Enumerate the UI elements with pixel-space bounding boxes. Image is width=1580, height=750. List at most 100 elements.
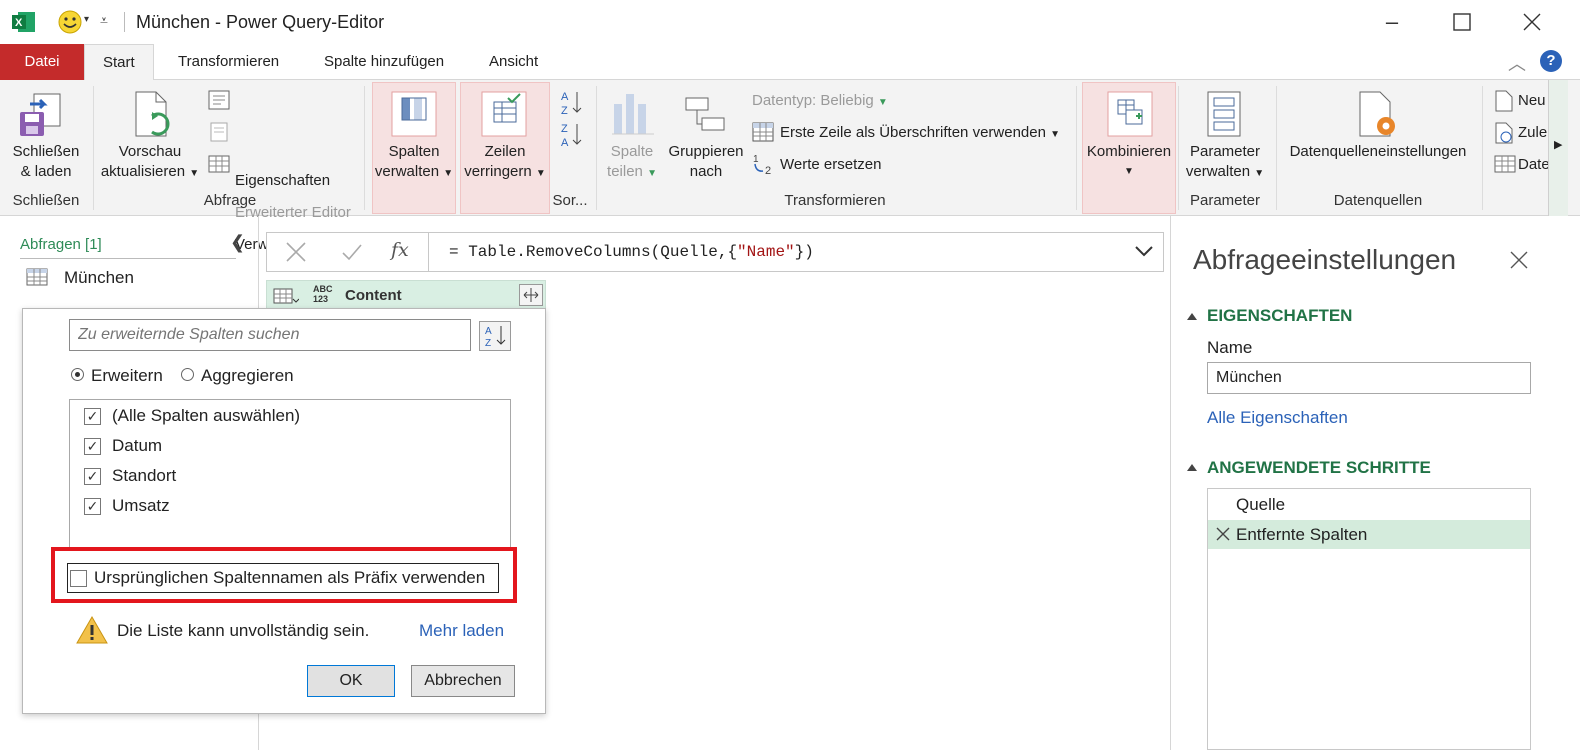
list-item[interactable]: ✓ Standort [70, 462, 510, 490]
close-load-line1: Schließen [12, 143, 80, 160]
recent-sources-button[interactable]: Zule [1518, 124, 1547, 141]
checkbox-datum[interactable]: ✓ [84, 438, 101, 455]
first-row-headers-label: Erste Zeile als Überschriften verwenden [780, 124, 1046, 141]
refresh-preview-button[interactable]: Vorschau aktualisieren ▼ [98, 142, 202, 184]
group-separator [1076, 86, 1077, 210]
manage-parameters-button[interactable]: Parameter verwalten ▼ [1180, 142, 1270, 184]
replace-values-button[interactable]: Werte ersetzen [780, 156, 881, 173]
refresh-dropdown-icon[interactable]: ▼ [189, 168, 199, 179]
datatype-label: Datentyp: Beliebig [752, 92, 874, 109]
collapse-steps-icon[interactable] [1187, 464, 1197, 471]
datasource-settings-button[interactable]: Datenquelleneinstellungen [1280, 142, 1476, 162]
column-type-icon[interactable]: ABC 123 [313, 284, 333, 304]
datatype-dropdown[interactable]: Datentyp: Beliebig ▼ [752, 92, 888, 109]
load-more-link[interactable]: Mehr laden [419, 621, 504, 641]
first-row-headers-icon [752, 122, 774, 146]
group-by-button[interactable]: Gruppieren nach [664, 142, 748, 182]
smiley-dropdown-icon[interactable]: ▾ [84, 14, 89, 25]
minimize-button[interactable]: – [1372, 8, 1412, 36]
queries-header[interactable]: Abfragen [1] [20, 236, 102, 253]
query-item-muenchen[interactable]: München [26, 266, 246, 292]
enter-data-button[interactable]: Date [1518, 156, 1550, 173]
delete-step-icon[interactable] [1216, 527, 1230, 545]
close-and-load-icon[interactable] [16, 90, 68, 140]
svg-text:A: A [485, 326, 492, 337]
tab-transform[interactable]: Transformieren [160, 44, 297, 80]
refresh-line2: aktualisieren ▼ [98, 162, 202, 184]
sort-columns-button[interactable]: AZ [479, 321, 511, 351]
maximize-button[interactable] [1442, 8, 1482, 36]
expand-column-button[interactable] [519, 284, 543, 306]
checkbox-use-prefix[interactable] [70, 570, 87, 587]
collapse-properties-icon[interactable] [1187, 313, 1197, 320]
combine-button[interactable]: Kombinieren ▼ [1082, 142, 1176, 182]
manage-cols-line2: verwalten [374, 163, 440, 180]
close-load-button[interactable]: Schließen & laden [4, 142, 88, 182]
list-item[interactable]: ✓ (Alle Spalten auswählen) [70, 402, 510, 430]
expand-formula-icon[interactable] [1133, 243, 1155, 263]
manage-columns-button[interactable]: Spalten verwalten ▼ [372, 142, 456, 184]
prefix-option-row[interactable]: Ursprünglichen Spaltennamen als Präfix v… [67, 563, 499, 593]
group-query-label: Abfrage [203, 192, 257, 209]
close-settings-icon[interactable] [1509, 250, 1529, 274]
combine-dropdown-icon: ▼ [1124, 166, 1134, 177]
radio-expand[interactable] [71, 368, 84, 381]
query-name-input[interactable] [1207, 362, 1531, 394]
cancel-button[interactable]: Abbrechen [411, 665, 515, 697]
properties-button[interactable]: Eigenschaften [235, 172, 330, 189]
help-icon[interactable]: ? [1540, 50, 1562, 72]
all-properties-link[interactable]: Alle Eigenschaften [1207, 408, 1348, 428]
collapse-ribbon-icon[interactable]: ︿ [1508, 50, 1526, 76]
column-header-content[interactable]: ABC 123 Content [266, 280, 546, 310]
ribbon-scroll-right-button[interactable]: ▶ [1548, 80, 1568, 216]
warning-text: Die Liste kann unvollständig sein. [117, 621, 370, 640]
sort-ascending-icon[interactable]: AZ [560, 88, 584, 120]
checkbox-umsatz[interactable]: ✓ [84, 498, 101, 515]
first-row-headers-button[interactable]: Erste Zeile als Überschriften verwenden … [780, 124, 1060, 141]
step-item[interactable]: Quelle [1208, 491, 1530, 519]
formula-text[interactable]: = Table.RemoveColumns(Quelle,{"Name"}) [449, 243, 814, 261]
checkbox-standort[interactable]: ✓ [84, 468, 101, 485]
tab-file[interactable]: Datei [0, 44, 84, 80]
query-item-label: München [64, 268, 134, 287]
column-search-input[interactable] [69, 319, 471, 351]
manage-columns-icon[interactable] [390, 90, 438, 138]
chevron-right-icon: ▶ [1554, 139, 1563, 151]
new-source-button[interactable]: Neu [1518, 92, 1546, 109]
column-list: ✓ (Alle Spalten auswählen) ✓ Datum ✓ Sta… [69, 399, 511, 549]
close-load-line2: & laden [20, 163, 72, 180]
recent-sources-icon [1494, 122, 1514, 148]
ok-button[interactable]: OK [307, 665, 395, 697]
tab-start[interactable]: Start [84, 44, 154, 81]
split-line1: Spalte [610, 143, 654, 160]
step-item-selected[interactable]: Entfernte Spalten [1208, 520, 1530, 549]
reduce-rows-line2-wrap: verringern ▼ [460, 162, 550, 184]
radio-aggregate-label: Aggregieren [201, 366, 294, 385]
tab-view[interactable]: Ansicht [471, 44, 556, 80]
group-parameter-label: Parameter [1189, 192, 1261, 209]
collapse-queries-icon[interactable]: ❮ [230, 232, 245, 253]
manage-parameters-icon[interactable] [1204, 90, 1244, 138]
close-window-button[interactable] [1512, 8, 1552, 36]
checkbox-select-all[interactable]: ✓ [84, 408, 101, 425]
list-item[interactable]: ✓ Umsatz [70, 492, 510, 520]
svg-text:Z: Z [561, 123, 568, 135]
reduce-rows-icon[interactable] [480, 90, 528, 138]
combine-icon[interactable] [1106, 90, 1154, 138]
feedback-smiley-icon[interactable] [58, 10, 82, 34]
datasource-settings-icon[interactable] [1356, 90, 1402, 140]
split-column-button[interactable]: Spalte teilen ▼ [600, 142, 664, 184]
reduce-rows-button[interactable]: Zeilen verringern ▼ [460, 142, 550, 184]
table-options-icon[interactable] [273, 287, 300, 309]
fx-icon[interactable]: fx [391, 239, 409, 261]
tab-add-column[interactable]: Spalte hinzufügen [306, 44, 462, 80]
confirm-formula-icon[interactable] [341, 241, 363, 267]
sort-descending-icon[interactable]: ZA [560, 120, 584, 152]
list-item[interactable]: ✓ Datum [70, 432, 510, 460]
quick-access-menu-icon[interactable]: ⩡ [100, 12, 108, 29]
radio-aggregate[interactable] [181, 368, 194, 381]
cancel-formula-icon[interactable] [285, 241, 307, 267]
refresh-preview-icon[interactable] [130, 90, 178, 140]
split-line2: teilen [607, 163, 643, 180]
group-by-icon[interactable] [680, 94, 732, 134]
